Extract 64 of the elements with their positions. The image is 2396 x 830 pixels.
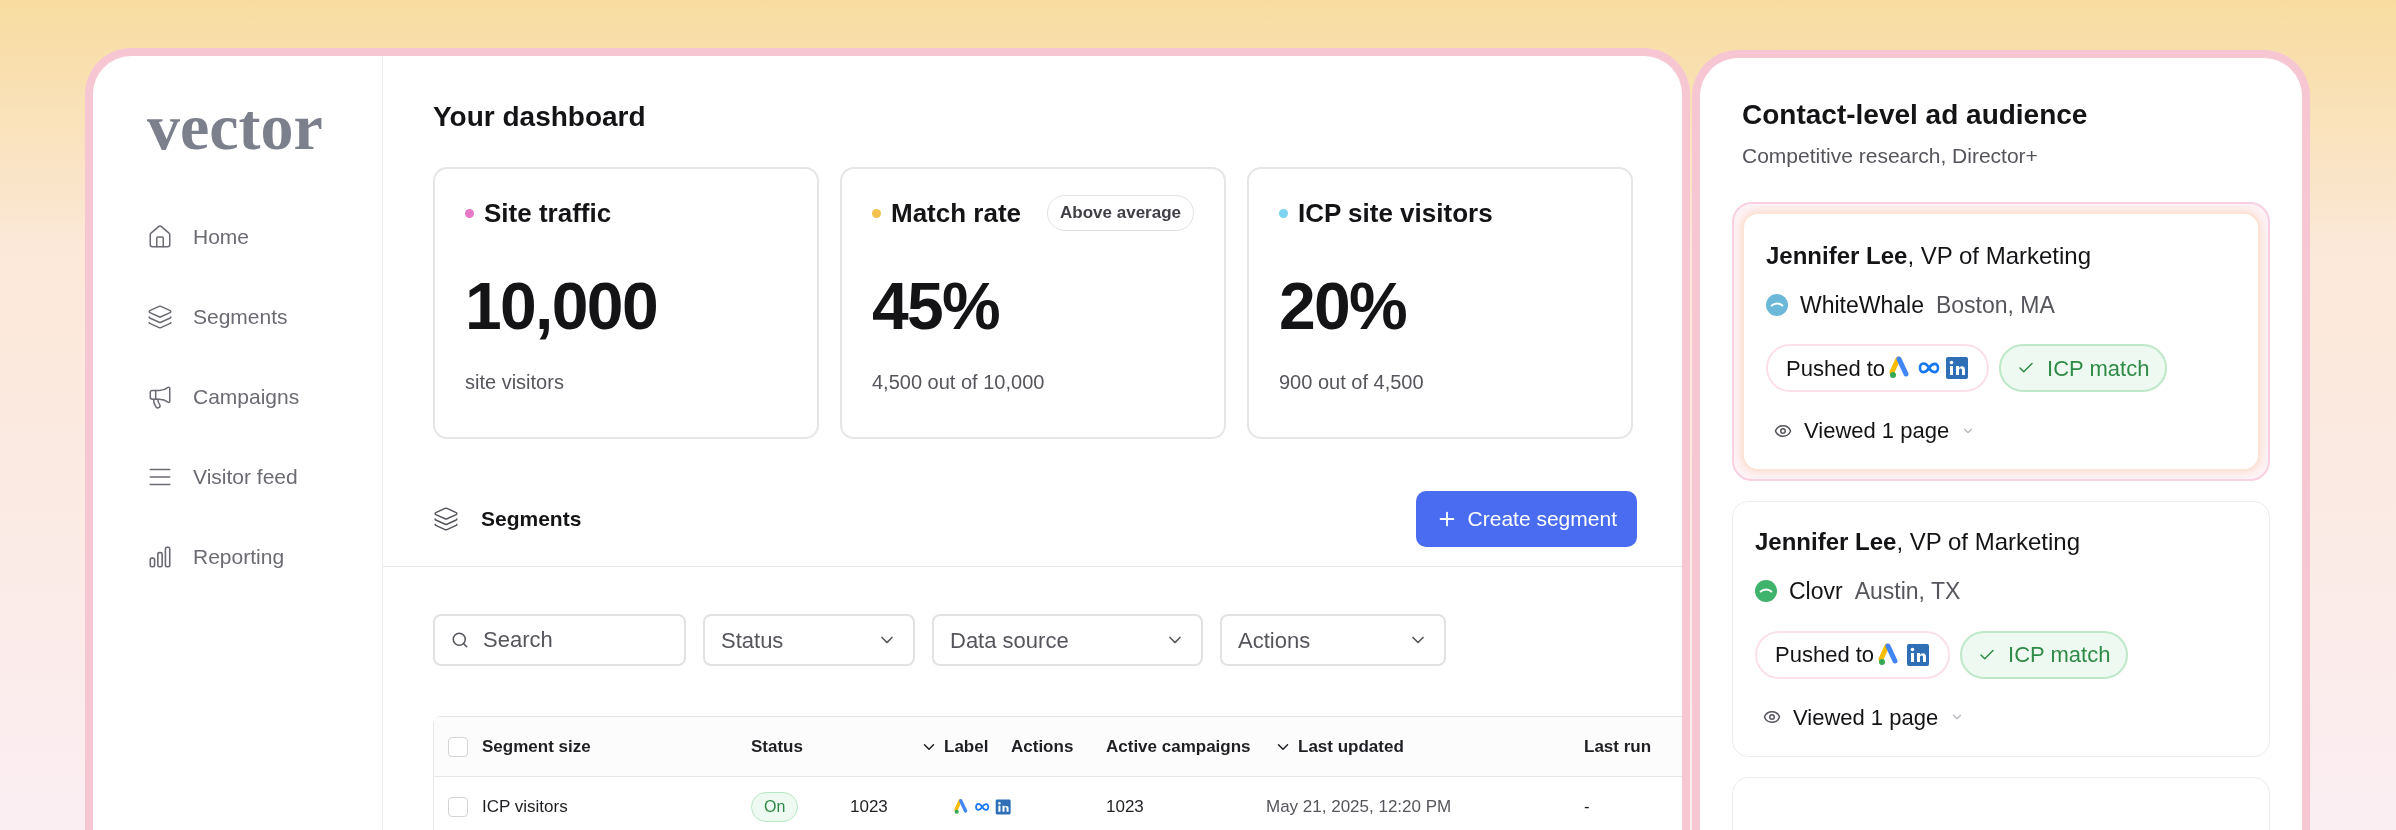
column-header[interactable]: Last updated [1274, 733, 1584, 760]
icp-match-pill: ICP match [1999, 344, 2168, 392]
column-header[interactable]: Last run [1584, 733, 1682, 760]
table-cell: May 21, 2025, 12:20 PM [1266, 797, 1452, 817]
contact-name: Jennifer Lee, VP of Marketing [1755, 527, 2082, 557]
contact-name: Jennifer Lee, VP of Marketing [1766, 240, 2093, 271]
column-header[interactable]: Status [751, 733, 850, 760]
column-header[interactable]: Label [920, 733, 1011, 760]
filter-dropdown[interactable]: Status [703, 614, 915, 666]
icp-match-pill: ICP match [1960, 630, 2129, 679]
pushed-pill: Pushed to [1755, 630, 1951, 679]
table-cell-text: ICP visitors [482, 796, 568, 819]
page-title: Your dashboard [432, 100, 647, 134]
company-location: Boston, MA [1936, 290, 2055, 320]
bar-chart-icon [147, 544, 173, 570]
contact-card[interactable]: Jennifer Lee, VP of Marketing WhiteWhale Boston, MA Pushed to ICP match Viewed 1 page [1742, 211, 2260, 471]
checkbox[interactable] [448, 736, 468, 757]
nav-item[interactable]: Home [147, 218, 382, 256]
table-cell: - [1584, 797, 1590, 817]
company-location: Austin, TX [1854, 577, 1961, 606]
in-square-logo-icon [1906, 642, 1931, 667]
search-icon [451, 631, 469, 649]
search-field[interactable]: Search [433, 614, 686, 666]
company-logo-icon [1755, 580, 1777, 603]
metric-value: 20% [1279, 273, 1408, 339]
company-logo-icon [1766, 293, 1788, 316]
metric-caption: 900 out of 4,500 [1279, 370, 1425, 395]
nav-item[interactable]: Segments [147, 298, 382, 336]
nav-item[interactable]: Campaigns [147, 378, 382, 416]
logo: vector [147, 94, 324, 160]
contact-card[interactable]: Jennifer Lee, VP of Marketing Clovr Austin, TX Pushed to ICP match Viewed 1 page [1732, 501, 2270, 757]
checkbox[interactable] [448, 797, 468, 817]
company-name: Clovr [1789, 577, 1843, 606]
pushed-pill: Pushed to [1766, 344, 1990, 392]
metric-title: Match rate [891, 196, 1022, 230]
nav-item[interactable]: Reporting [147, 538, 382, 576]
in-square-logo-icon [1945, 356, 1970, 380]
activity-toggle[interactable]: Viewed 1 page [1774, 414, 1976, 447]
column-header[interactable]: Segment size [482, 733, 591, 760]
eye-icon [1763, 708, 1781, 726]
status-badge: On [751, 792, 799, 822]
filter-dropdown[interactable]: Data source [932, 614, 1203, 666]
table-cell: 1023 [850, 797, 888, 817]
filter-dropdown[interactable]: Actions [1220, 614, 1446, 666]
company-name: WhiteWhale [1800, 290, 1924, 320]
table-cell: 1023 [1106, 797, 1144, 817]
metric-caption: 4,500 out of 10,000 [872, 370, 1046, 395]
metric-title: Site traffic [484, 196, 612, 230]
create-segment-button[interactable]: Create segment [1415, 490, 1637, 547]
column-header[interactable]: Actions [1011, 733, 1106, 760]
activity-toggle[interactable]: Viewed 1 page [1763, 700, 1965, 734]
megaphone-icon [147, 384, 173, 410]
home-icon [147, 224, 173, 250]
layers-icon [433, 505, 459, 532]
column-header[interactable]: Active campaigns [1106, 733, 1266, 760]
panel-subtitle: Competitive research, Director+ [1741, 143, 2039, 169]
nav-item[interactable]: Visitor feed [147, 458, 382, 496]
section-title: Segments [481, 505, 582, 532]
metric-value: 45% [872, 273, 1001, 339]
metric-value: 10,000 [465, 273, 658, 339]
panel-title: Contact-level ad audience [1741, 98, 2089, 132]
metric-title: ICP site visitors [1298, 196, 1493, 230]
layers-icon [147, 304, 173, 330]
metric-caption: site visitors [465, 370, 565, 395]
